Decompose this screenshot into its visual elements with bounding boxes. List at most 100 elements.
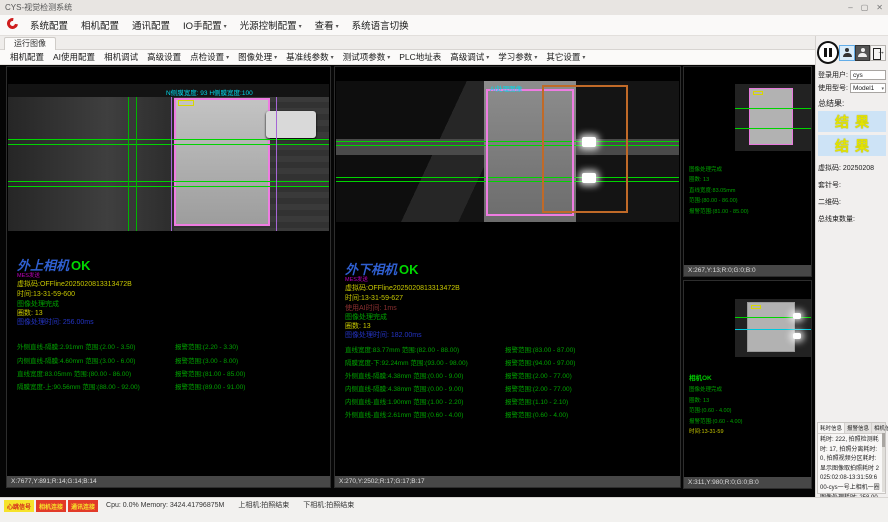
login-user-label: 登录用户: bbox=[818, 70, 848, 80]
measure-row: 直线宽度:83.77mm 范围:(82.00 - 88.00)报警范围:(83.… bbox=[345, 344, 676, 354]
tool-advanced-debug[interactable]: 高级调试 bbox=[450, 51, 489, 63]
tool-learning-params[interactable]: 学习参数 bbox=[498, 51, 537, 63]
panel-inner-upper-camera: 图像处理完成 圈数: 13 直线宽度:83.05mm 范围:(80.00 - 8… bbox=[683, 66, 812, 277]
tool-other-settings[interactable]: 其它设置 bbox=[546, 51, 585, 63]
measure-row: 直线宽度:83.05mm 范围:(80.00 - 86.00)报警范围:(81.… bbox=[17, 368, 326, 378]
overlay-line bbox=[8, 181, 329, 182]
camera-image-inner-lower[interactable] bbox=[735, 299, 811, 357]
window-title: CYS-视觉检测系统 bbox=[5, 2, 72, 13]
measure-row: 外侧直线-隔膜:2.91mm 范围:(2.00 - 3.50)报警范围:(2.2… bbox=[17, 341, 326, 351]
status-bar: 心跳信号 相机连接 通讯连接 Cpu: 0.0% Memory: 3424.41… bbox=[0, 497, 888, 522]
maximize-icon[interactable]: ▢ bbox=[861, 3, 869, 12]
menu-system-config[interactable]: 系统配置 bbox=[30, 18, 68, 32]
menu-view[interactable]: 查看 bbox=[315, 18, 339, 32]
lower-camera-status: 下相机:拍照结束 bbox=[303, 500, 354, 511]
camera-image-inner-upper[interactable] bbox=[735, 84, 811, 151]
panel-outer-upper-camera: N侧膜宽度: 93 H侧膜宽度:100 外上相机OK MES发送 虚拟码:OFF… bbox=[6, 66, 331, 488]
minimize-icon[interactable]: – bbox=[848, 3, 852, 12]
app-logo-icon bbox=[5, 16, 20, 31]
info-tab-camera[interactable]: 相机信息 bbox=[872, 423, 888, 433]
tool-image-processing[interactable]: 图像处理 bbox=[238, 51, 277, 63]
app-window: CYS-视觉检测系统 – ▢ ✕ 系统配置 相机配置 通讯配置 IO手配置 光源… bbox=[0, 0, 888, 522]
user-icon bbox=[843, 48, 852, 57]
result-badge-lower: 结果 bbox=[818, 135, 886, 156]
capture-time: 时间:13-31-59-600 bbox=[17, 289, 75, 299]
qr-code-label: 二维码: bbox=[816, 193, 888, 210]
mini-status-line: 范围:(0.60 - 4.00) bbox=[689, 406, 743, 416]
tool-camera-debug[interactable]: 相机调试 bbox=[104, 51, 138, 63]
overlay-line bbox=[128, 97, 129, 231]
virtual-code: 虚拟码:OFFline2025020813313472B bbox=[17, 279, 132, 289]
menu-light-config[interactable]: 光源控制配置 bbox=[240, 18, 302, 32]
login-user-value[interactable]: cys bbox=[850, 70, 886, 80]
mini-status-line: 报警范围:(81.00 - 85.00) bbox=[689, 207, 749, 217]
mini-status-line: 范围:(80.00 - 86.00) bbox=[689, 196, 749, 206]
part-block bbox=[747, 302, 795, 352]
machine-texture bbox=[8, 97, 174, 231]
mini-status-line: 圈数: 13 bbox=[689, 396, 743, 406]
ai-image-label: AI处理图像 bbox=[490, 83, 522, 93]
mini-camera-ok: 相机OK bbox=[689, 373, 743, 385]
user-dark-icon bbox=[858, 48, 867, 57]
highlight-spot bbox=[582, 137, 596, 147]
total-result-label: 总结果: bbox=[816, 95, 888, 110]
overlay-line bbox=[8, 186, 329, 187]
info-scrollbar[interactable] bbox=[882, 433, 885, 492]
measure-row: 隔膜宽度-上:90.56mm 范围:(88.00 - 92.00)报警范围:(8… bbox=[17, 381, 326, 391]
overlay-line bbox=[276, 97, 277, 231]
comm-link-badge: 通讯连接 bbox=[68, 500, 98, 512]
mini-time-line: 时间:13-31-59 bbox=[689, 427, 743, 437]
overlay-tag bbox=[753, 91, 763, 95]
panel-outer-lower-camera: AI处理图像 外下相机OK MES发送 虚拟码:OFFline202502081… bbox=[334, 66, 681, 488]
model-select[interactable]: Model1 bbox=[850, 83, 886, 93]
camera-result-ok: OK bbox=[399, 262, 419, 277]
menu-language-switch[interactable]: 系统语言切换 bbox=[352, 18, 409, 32]
menu-io-config[interactable]: IO手配置 bbox=[183, 18, 227, 32]
overlay-line bbox=[8, 144, 329, 145]
virtual-code-line: 虚拟码: 20250208 bbox=[816, 159, 888, 176]
overlay-line bbox=[735, 329, 811, 330]
menu-bar: 系统配置 相机配置 通讯配置 IO手配置 光源控制配置 查看 系统语言切换 bbox=[0, 15, 888, 36]
mes-status: MES发送 bbox=[17, 271, 40, 279]
overlay-line bbox=[735, 108, 811, 109]
toolbar: 相机配置 AI使用配置 相机调试 高级设置 点检设置 图像处理 基准线参数 测试… bbox=[0, 50, 815, 65]
measure-row: 外侧直线-直线:2.61mm 范围:(0.60 - 4.00)报警范围:(0.6… bbox=[345, 409, 676, 419]
info-tab-timing[interactable]: 耗时信息 bbox=[818, 423, 845, 433]
camera-image-outer-lower[interactable]: AI处理图像 bbox=[336, 81, 679, 222]
overlay-line bbox=[735, 128, 811, 129]
measure-row: 隔膜宽度-下:92.24mm 范围:(93.00 - 98.00)报警范围:(9… bbox=[345, 357, 676, 367]
mini-status-line: 图像处理完成 bbox=[689, 385, 743, 395]
tool-spot-check[interactable]: 点检设置 bbox=[190, 51, 229, 63]
menu-comm-config[interactable]: 通讯配置 bbox=[132, 18, 170, 32]
measure-row: 内侧直线-隔膜:4.60mm 范围:(3.00 - 6.00)报警范围:(3.0… bbox=[17, 355, 326, 365]
tool-test-params[interactable]: 测试项参数 bbox=[343, 51, 391, 63]
tab-run-image[interactable]: 运行图像 bbox=[4, 37, 56, 50]
cursor-coordinates: X:7677,Y:891;R:14;G:14;B:14 bbox=[7, 476, 330, 487]
tool-plc-address-table[interactable]: PLC地址表 bbox=[399, 51, 441, 63]
pause-button[interactable] bbox=[817, 41, 839, 64]
user-switch-button[interactable] bbox=[855, 45, 871, 61]
tool-advanced-settings[interactable]: 高级设置 bbox=[147, 51, 181, 63]
overlay-tag bbox=[178, 100, 194, 106]
close-icon[interactable]: ✕ bbox=[876, 3, 883, 12]
mini-status-line: 圈数: 13 bbox=[689, 175, 749, 185]
camera-link-badge: 相机连接 bbox=[36, 500, 66, 512]
tool-baseline-params[interactable]: 基准线参数 bbox=[286, 51, 334, 63]
panel-inner-lower-camera: 相机OK 图像处理完成 圈数: 13 范围:(0.60 - 4.00) 报警范围… bbox=[683, 280, 812, 489]
menu-camera-config[interactable]: 相机配置 bbox=[81, 18, 119, 32]
overlay-line bbox=[171, 97, 172, 231]
main-area: N侧膜宽度: 93 H侧膜宽度:100 外上相机OK MES发送 虚拟码:OFF… bbox=[0, 65, 815, 497]
tool-camera-config[interactable]: 相机配置 bbox=[10, 51, 44, 63]
user-login-button[interactable] bbox=[839, 45, 855, 61]
wire-count-label: 总线束数量: bbox=[816, 210, 888, 227]
logout-icon bbox=[873, 48, 883, 58]
pause-icon bbox=[824, 48, 827, 57]
info-tab-alarm[interactable]: 报警信息 bbox=[845, 423, 872, 433]
tool-ai-use-config[interactable]: AI使用配置 bbox=[53, 51, 95, 63]
camera-image-outer-upper[interactable]: N侧膜宽度: 93 H侧膜宽度:100 bbox=[8, 84, 329, 231]
exit-button[interactable] bbox=[870, 45, 886, 61]
measure-row: 内侧直线-直线:1.90mm 范围:(1.00 - 2.20)报警范围:(1.1… bbox=[345, 396, 676, 406]
info-box: 耗时信息 报警信息 相机信息 耗时: 222, 拍照检测耗时: 17, 拍照分离… bbox=[817, 422, 886, 494]
highlight-spot bbox=[582, 173, 596, 183]
cursor-coordinates: X:311,Y:980;R:0;G:0;B:0 bbox=[684, 477, 811, 488]
